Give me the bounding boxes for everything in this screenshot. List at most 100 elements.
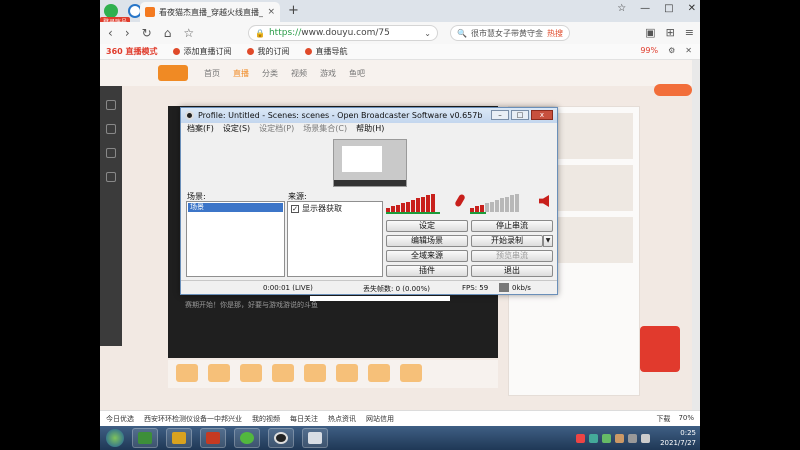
bookmark-live-nav[interactable]: 直播导航 (305, 46, 347, 57)
menu-profile[interactable]: 档案(F) (187, 123, 214, 135)
sources-list[interactable]: ✓ 显示器获取 (287, 201, 383, 277)
menu-help[interactable]: 帮助(H) (356, 123, 384, 135)
speaker-icon[interactable] (539, 195, 549, 207)
pc-client-button[interactable] (654, 84, 692, 96)
forward-icon[interactable]: › (125, 26, 130, 40)
tray-app-icon[interactable] (589, 433, 599, 443)
source-item[interactable]: ✓ 显示器获取 (288, 202, 382, 215)
preview-stream-button[interactable]: 预览串流 (471, 250, 553, 262)
nav-live[interactable]: 直播 (233, 68, 249, 79)
edit-scene-button[interactable]: 编辑场景 (386, 235, 468, 247)
download-label[interactable]: 下载 (656, 414, 670, 424)
stop-stream-button[interactable]: 停止串流 (471, 220, 553, 232)
obs-close-button[interactable]: x (531, 110, 553, 120)
page-scrollbar[interactable] (692, 60, 700, 410)
settings-gear-icon[interactable]: ⚙ (668, 46, 675, 55)
tab-close-icon[interactable]: × (267, 7, 275, 17)
gift-item[interactable] (208, 364, 230, 382)
record-dropdown-icon[interactable]: ▼ (543, 235, 553, 247)
tray-app-icon[interactable] (602, 433, 612, 443)
taskbar-app-window[interactable] (302, 428, 328, 448)
reload-icon[interactable]: ↻ (142, 26, 152, 40)
search-box[interactable]: 🔍 很市慧女子带黄守金 热搜 (450, 25, 570, 41)
nav-fishbar[interactable]: 鱼吧 (349, 68, 365, 79)
tray-app-icon[interactable] (615, 433, 625, 443)
gift-item[interactable] (272, 364, 294, 382)
page-close-icon[interactable]: ✕ (685, 46, 692, 55)
volume-icon[interactable] (641, 433, 651, 443)
gift-item[interactable] (304, 364, 326, 382)
close-button[interactable]: ✕ (688, 3, 696, 14)
address-bar[interactable]: 🔒 https://www.douyu.com/75 ⌄ (248, 25, 438, 41)
promo-red-packet[interactable] (640, 326, 680, 372)
input-method-icon[interactable] (576, 433, 586, 443)
nav-games[interactable]: 游戏 (320, 68, 336, 79)
gift-item[interactable] (400, 364, 422, 382)
clock-date: 2021/7/27 (660, 439, 696, 447)
taskbar-app-obs[interactable] (268, 428, 294, 448)
minimize-button[interactable]: — (640, 3, 650, 14)
extension-icon[interactable]: ▣ (645, 26, 655, 39)
taskbar-app-desktop[interactable] (132, 428, 158, 448)
nav-category[interactable]: 分类 (262, 68, 278, 79)
obs-minimize-button[interactable]: – (491, 110, 509, 120)
back-icon[interactable]: ‹ (108, 26, 113, 40)
menu-settings[interactable]: 设定(S) (223, 123, 250, 135)
plugins-button[interactable]: 插件 (386, 265, 468, 277)
home-icon[interactable]: ⌂ (164, 26, 172, 40)
menu-scene-collection[interactable]: 场景集合(C) (303, 123, 347, 135)
microphone-icon[interactable] (454, 193, 466, 208)
start-record-button[interactable]: 开始录制 (471, 235, 543, 247)
taskbar-app-browser[interactable] (234, 428, 260, 448)
gift-item[interactable] (336, 364, 358, 382)
live-mode-brand[interactable]: 360 直播模式 (106, 46, 157, 57)
gift-item[interactable] (368, 364, 390, 382)
scenes-list[interactable]: 场景 (186, 201, 285, 277)
dropdown-icon[interactable]: ⌄ (424, 29, 431, 38)
rail-category-icon[interactable] (106, 148, 116, 158)
scene-item[interactable]: 场景 (188, 203, 283, 212)
hot-search-label[interactable]: 热搜 (547, 28, 563, 39)
rail-video-icon[interactable] (106, 172, 116, 182)
gift-item[interactable] (240, 364, 262, 382)
menu-profiles[interactable]: 设定档(P) (259, 123, 294, 135)
menu-icon[interactable]: ≡ (685, 26, 694, 39)
start-button[interactable] (106, 429, 124, 447)
rail-home-icon[interactable] (106, 100, 116, 110)
clock[interactable]: 0:25 2021/7/27 (660, 428, 696, 448)
browser-logo-icon[interactable] (104, 4, 118, 18)
search-icon: 🔍 (457, 28, 467, 38)
global-sources-button[interactable]: 全域来源 (386, 250, 468, 262)
new-tab-button[interactable]: + (288, 3, 299, 18)
browser-tab[interactable]: 看夜猫杰直播_穿越火线直播_斗鱼直播 × (140, 2, 280, 22)
pin-icon[interactable]: ☆ (617, 3, 626, 14)
star-icon[interactable]: ☆ (183, 26, 194, 40)
info-item[interactable]: 今日优选 (106, 414, 134, 424)
info-item[interactable]: 热点资讯 (328, 414, 356, 424)
nav-home[interactable]: 首页 (204, 68, 220, 79)
nav-video[interactable]: 视频 (291, 68, 307, 79)
taskbar-app-game[interactable] (166, 428, 192, 448)
info-item[interactable]: 网站信用 (366, 414, 394, 424)
zoom-percent[interactable]: 70% (678, 414, 694, 424)
obs-maximize-button[interactable]: □ (511, 110, 529, 120)
douyu-logo[interactable] (158, 65, 188, 81)
network-icon[interactable] (628, 433, 638, 443)
taskbar-app-crossfire[interactable] (200, 428, 226, 448)
bookmark-add-subscription[interactable]: 添加直播订阅 (173, 46, 231, 57)
meter-bar (406, 202, 410, 212)
zoom-level[interactable]: 99% (640, 46, 658, 55)
grid-icon[interactable]: ⊞ (666, 26, 675, 39)
maximize-button[interactable]: □ (664, 3, 673, 14)
settings-button[interactable]: 设定 (386, 220, 468, 232)
gift-item[interactable] (176, 364, 198, 382)
exit-button[interactable]: 退出 (471, 265, 553, 277)
info-item[interactable]: 每日关注 (290, 414, 318, 424)
bookmark-my-subscriptions[interactable]: 我的订阅 (247, 46, 289, 57)
heart-icon (247, 48, 255, 55)
rail-follow-icon[interactable] (106, 124, 116, 134)
source-visible-checkbox[interactable]: ✓ (291, 204, 299, 213)
info-item[interactable]: 西安环环检测仪设备一中邦兴业 (144, 414, 242, 424)
info-item[interactable]: 我的视频 (252, 414, 280, 424)
obs-window: Profile: Untitled - Scenes: scenes - Ope… (180, 107, 558, 295)
